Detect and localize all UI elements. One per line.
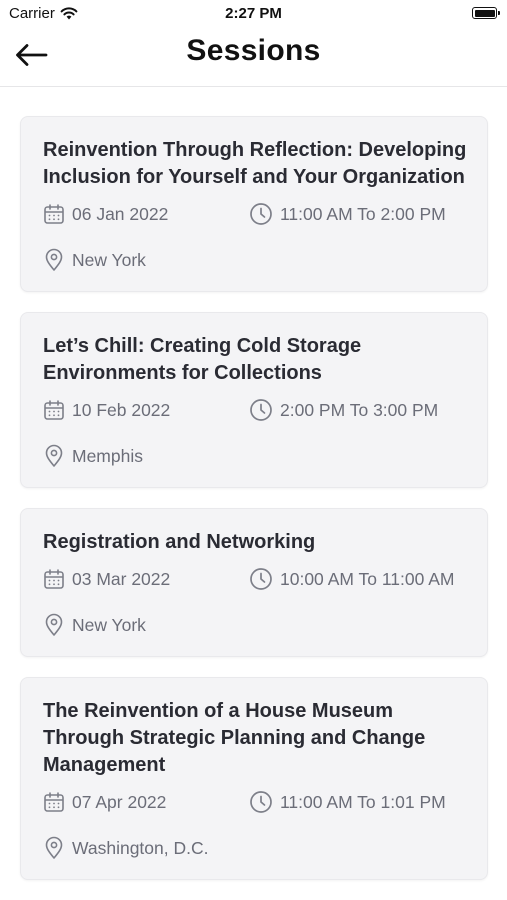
session-schedule: 10 Feb 2022 2:00 PM To 3:00 PM (43, 387, 479, 433)
calendar-icon (43, 791, 65, 813)
session-card[interactable]: The Reinvention of a House Museum Through… (20, 677, 488, 880)
session-title-line: Management (43, 754, 166, 776)
session-title: The Reinvention of a House Museum Through… (43, 698, 479, 779)
session-location-text: Memphis (72, 445, 143, 466)
session-schedule: 03 Mar 2022 10:00 AM To 11:00 AM (43, 556, 479, 602)
location-pin-icon (43, 613, 65, 637)
calendar-icon (43, 399, 65, 421)
session-title: Reinvention Through Reflection: Developi… (43, 137, 479, 191)
calendar-icon (43, 568, 65, 590)
session-card[interactable]: Registration and Networking 03 Mar 2022 … (20, 508, 488, 657)
session-time-text: 2:00 PM To 3:00 PM (280, 399, 439, 420)
session-schedule: 06 Jan 2022 11:00 AM To 2:00 PM (43, 191, 479, 237)
session-card[interactable]: Reinvention Through Reflection: Developi… (20, 116, 488, 292)
location-pin-icon (43, 248, 65, 272)
session-title-line: Environments for Collections (43, 362, 322, 384)
clock-icon (249, 567, 273, 591)
session-date: 06 Jan 2022 (43, 203, 249, 225)
session-time: 10:00 AM To 11:00 AM (249, 567, 454, 591)
session-date-text: 06 Jan 2022 (72, 203, 169, 224)
session-date: 07 Apr 2022 (43, 791, 249, 813)
location-pin-icon (43, 444, 65, 468)
session-date-text: 10 Feb 2022 (72, 399, 171, 420)
session-list: Reinvention Through Reflection: Developi… (20, 116, 488, 900)
session-title-line: Reinvention Through Reflection: Developi… (43, 139, 467, 161)
session-time-text: 11:00 AM To 1:01 PM (280, 791, 446, 812)
session-date-text: 07 Apr 2022 (72, 791, 167, 812)
session-location: New York (43, 237, 479, 291)
session-schedule: 07 Apr 2022 11:00 AM To 1:01 PM (43, 779, 479, 825)
session-time: 11:00 AM To 2:00 PM (249, 202, 446, 226)
page-title: Sessions (186, 34, 321, 67)
session-time-text: 10:00 AM To 11:00 AM (280, 568, 455, 589)
session-date: 10 Feb 2022 (43, 399, 249, 421)
session-title: Let’s Chill: Creating Cold Storage Enviro… (43, 333, 479, 387)
status-bar: Carrier 2:27 PM (0, 0, 507, 28)
status-time: 2:27 PM (225, 5, 282, 22)
session-location-text: Washington, D.C. (72, 837, 209, 858)
session-location: Washington, D.C. (43, 825, 479, 879)
location-pin-icon (43, 836, 65, 860)
clock-icon (249, 202, 273, 226)
session-time: 2:00 PM To 3:00 PM (249, 398, 438, 422)
session-time: 11:00 AM To 1:01 PM (249, 790, 446, 814)
session-title: Registration and Networking (43, 529, 479, 556)
clock-icon (249, 398, 273, 422)
session-card[interactable]: Let’s Chill: Creating Cold Storage Enviro… (20, 312, 488, 488)
session-title-line: Inclusion for Yourself and Your Organiza… (43, 166, 465, 188)
navigation-bar: Sessions (0, 28, 507, 87)
session-title-line: The Reinvention of a House Museum (43, 700, 394, 722)
session-time-text: 11:00 AM To 2:00 PM (280, 203, 446, 224)
calendar-icon (43, 203, 65, 225)
session-title-line: Registration and Networking (43, 531, 316, 553)
session-location: New York (43, 602, 479, 656)
session-date-text: 03 Mar 2022 (72, 568, 171, 589)
battery-icon (472, 7, 500, 19)
session-title-line: Let’s Chill: Creating Cold Storage (43, 335, 362, 357)
clock-icon (249, 790, 273, 814)
session-location: Memphis (43, 433, 479, 487)
session-date: 03 Mar 2022 (43, 568, 249, 590)
session-location-text: New York (72, 249, 146, 270)
session-title-line: Through Strategic Planning and Change (43, 727, 426, 749)
session-location-text: New York (72, 614, 146, 635)
